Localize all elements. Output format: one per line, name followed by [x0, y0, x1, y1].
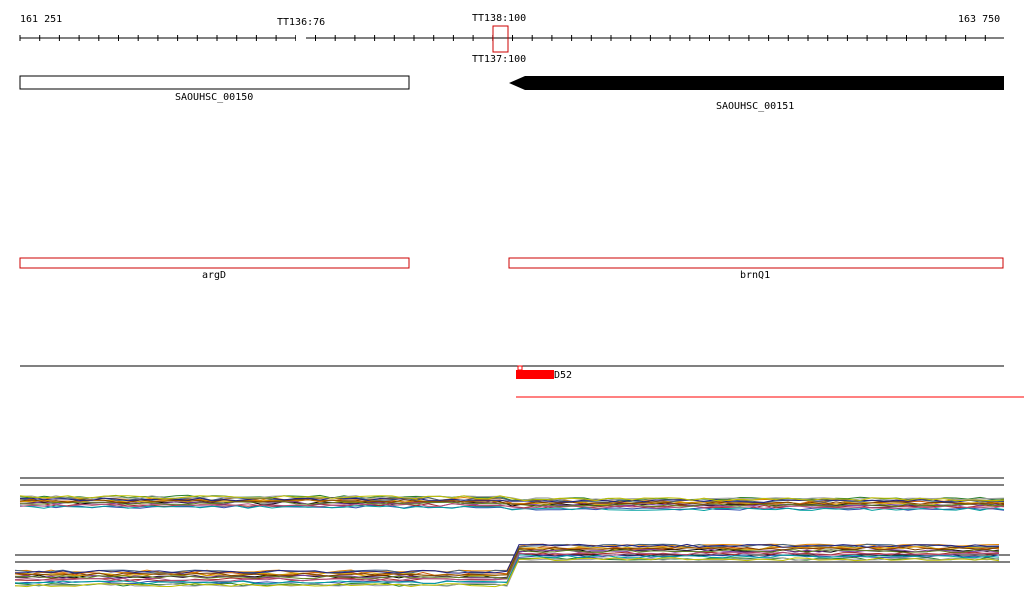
coverage-track-lower	[14, 543, 1010, 588]
coordinate-ruler	[19, 25, 1004, 53]
gene-arrow-saouhsc-00151[interactable]	[509, 76, 1004, 90]
gene-label-saouhsc-00150[interactable]: SAOUHSC_00150	[175, 92, 253, 103]
feature-d52-label[interactable]: D52	[554, 370, 572, 381]
gene-name-label-brnq1[interactable]: brnQ1	[740, 270, 770, 281]
gene-box-saouhsc-00150[interactable]	[19, 75, 410, 90]
terminator-highlight-box[interactable]	[492, 25, 509, 53]
coverage-lower-lines	[14, 543, 1000, 588]
gene-name-box-brnq1[interactable]	[508, 257, 1004, 269]
feature-d52-block[interactable]	[516, 370, 554, 379]
feature-track	[20, 365, 1024, 398]
terminator-tt138-label[interactable]: TT138:100	[472, 13, 526, 24]
feature-d52-start	[517, 365, 523, 371]
coverage-track-upper	[19, 477, 1005, 512]
gene-name-track	[19, 257, 1004, 269]
terminator-tt136-label[interactable]: TT136:76	[277, 17, 325, 28]
ruler-start-label: 161 251	[20, 14, 63, 25]
ruler-end-label: 163 750	[958, 14, 1001, 25]
terminator-tt137-label[interactable]: TT137:100	[472, 54, 526, 65]
gene-label-saouhsc-00151[interactable]: SAOUHSC_00151	[716, 101, 794, 112]
gene-name-box-argd[interactable]	[19, 257, 410, 269]
gene-track	[19, 75, 1004, 90]
ruler-gap	[296, 34, 306, 42]
genome-browser: 161 251 163 750 TT136:76 TT138:100 TT137…	[0, 0, 1024, 611]
gene-name-label-argd[interactable]: argD	[202, 270, 226, 281]
genome-canvas	[14, 25, 1024, 588]
coverage-upper-lines	[19, 494, 1005, 512]
